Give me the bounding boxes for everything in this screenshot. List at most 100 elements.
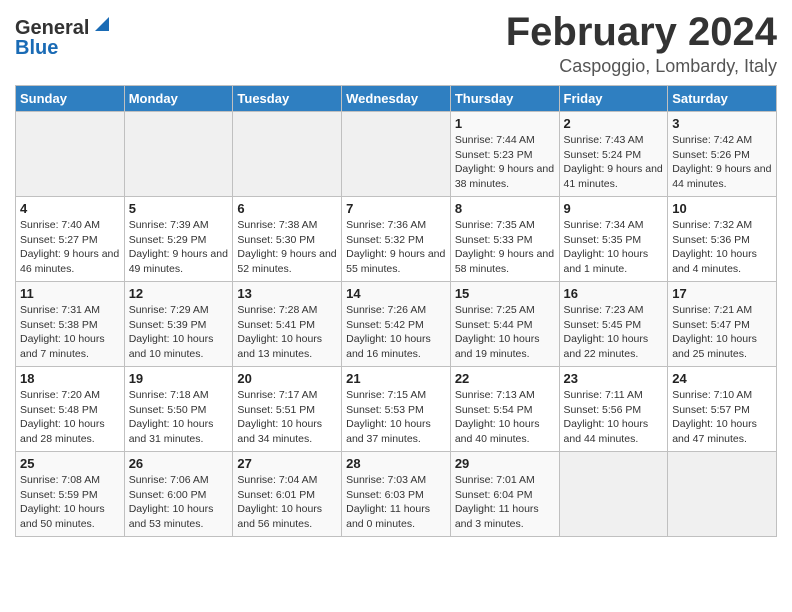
day-number: 5	[129, 201, 229, 216]
day-number: 19	[129, 371, 229, 386]
calendar-cell: 16Sunrise: 7:23 AMSunset: 5:45 PMDayligh…	[559, 282, 668, 367]
day-detail: Sunrise: 7:26 AMSunset: 5:42 PMDaylight:…	[346, 303, 446, 362]
calendar-cell: 19 Sunrise: 7:18 AMSunset: 5:50 PMDayligh…	[124, 367, 233, 452]
calendar-cell: 12Sunrise: 7:29 AMSunset: 5:39 PMDayligh…	[124, 282, 233, 367]
logo-text-blue: Blue	[15, 37, 58, 59]
day-detail: Sunrise: 7:01 AMSunset: 6:04 PMDaylight:…	[455, 473, 555, 532]
weekday-header-saturday: Saturday	[668, 86, 777, 112]
calendar-table: SundayMondayTuesdayWednesdayThursdayFrid…	[15, 85, 777, 537]
day-number: 22	[455, 371, 555, 386]
day-detail: Sunrise: 7:13 AMSunset: 5:54 PMDaylight:…	[455, 388, 555, 447]
day-detail: Sunrise: 7:34 AMSunset: 5:35 PMDaylight:…	[564, 218, 664, 277]
day-number: 15	[455, 286, 555, 301]
day-number: 12	[129, 286, 229, 301]
day-number: 13	[237, 286, 337, 301]
day-number: 25	[20, 456, 120, 471]
calendar-cell	[668, 452, 777, 537]
day-number: 1	[455, 116, 555, 131]
calendar-cell	[233, 112, 342, 197]
calendar-week-row: 25 Sunrise: 7:08 AMSunset: 5:59 PMDayligh…	[16, 452, 777, 537]
calendar-cell: 5 Sunrise: 7:39 AMSunset: 5:29 PMDaylight…	[124, 197, 233, 282]
day-number: 24	[672, 371, 772, 386]
day-number: 21	[346, 371, 446, 386]
day-detail: Sunrise: 7:35 AMSunset: 5:33 PMDaylight:…	[455, 218, 555, 277]
day-number: 11	[20, 286, 120, 301]
calendar-cell: 25 Sunrise: 7:08 AMSunset: 5:59 PMDayligh…	[16, 452, 125, 537]
day-number: 3	[672, 116, 772, 131]
day-detail: Sunrise: 7:44 AMSunset: 5:23 PMDaylight:…	[455, 133, 555, 192]
day-number: 6	[237, 201, 337, 216]
day-detail: Sunrise: 7:08 AMSunset: 5:59 PMDaylight:…	[20, 473, 120, 532]
calendar-cell: 29 Sunrise: 7:01 AMSunset: 6:04 PMDayligh…	[450, 452, 559, 537]
day-detail: Sunrise: 7:40 AMSunset: 5:27 PMDaylight:…	[20, 218, 120, 277]
day-detail: Sunrise: 7:21 AMSunset: 5:47 PMDaylight:…	[672, 303, 772, 362]
calendar-cell: 3 Sunrise: 7:42 AMSunset: 5:26 PMDaylight…	[668, 112, 777, 197]
logo-icon	[91, 13, 113, 35]
month-title: February 2024	[506, 10, 777, 54]
day-detail: Sunrise: 7:11 AMSunset: 5:56 PMDaylight:…	[564, 388, 664, 447]
day-number: 9	[564, 201, 664, 216]
day-detail: Sunrise: 7:06 AMSunset: 6:00 PMDaylight:…	[129, 473, 229, 532]
day-detail: Sunrise: 7:15 AMSunset: 5:53 PMDaylight:…	[346, 388, 446, 447]
calendar-cell	[342, 112, 451, 197]
day-number: 4	[20, 201, 120, 216]
calendar-cell: 9 Sunrise: 7:34 AMSunset: 5:35 PMDaylight…	[559, 197, 668, 282]
weekday-header-sunday: Sunday	[16, 86, 125, 112]
calendar-week-row: 18Sunrise: 7:20 AMSunset: 5:48 PMDayligh…	[16, 367, 777, 452]
day-detail: Sunrise: 7:32 AMSunset: 5:36 PMDaylight:…	[672, 218, 772, 277]
day-number: 16	[564, 286, 664, 301]
calendar-cell: 22 Sunrise: 7:13 AMSunset: 5:54 PMDayligh…	[450, 367, 559, 452]
calendar-cell	[559, 452, 668, 537]
calendar-cell: 14Sunrise: 7:26 AMSunset: 5:42 PMDayligh…	[342, 282, 451, 367]
calendar-cell	[16, 112, 125, 197]
day-detail: Sunrise: 7:43 AMSunset: 5:24 PMDaylight:…	[564, 133, 664, 192]
weekday-header-wednesday: Wednesday	[342, 86, 451, 112]
day-number: 7	[346, 201, 446, 216]
calendar-cell: 4 Sunrise: 7:40 AMSunset: 5:27 PMDaylight…	[16, 197, 125, 282]
day-detail: Sunrise: 7:17 AMSunset: 5:51 PMDaylight:…	[237, 388, 337, 447]
day-detail: Sunrise: 7:31 AMSunset: 5:38 PMDaylight:…	[20, 303, 120, 362]
calendar-cell: 28 Sunrise: 7:03 AMSunset: 6:03 PMDayligh…	[342, 452, 451, 537]
day-number: 18	[20, 371, 120, 386]
day-number: 8	[455, 201, 555, 216]
calendar-week-row: 11 Sunrise: 7:31 AMSunset: 5:38 PMDayligh…	[16, 282, 777, 367]
title-area: February 2024 Caspoggio, Lombardy, Italy	[506, 10, 777, 77]
day-detail: Sunrise: 7:36 AMSunset: 5:32 PMDaylight:…	[346, 218, 446, 277]
calendar-cell: 21 Sunrise: 7:15 AMSunset: 5:53 PMDayligh…	[342, 367, 451, 452]
day-number: 28	[346, 456, 446, 471]
calendar-cell: 20Sunrise: 7:17 AMSunset: 5:51 PMDayligh…	[233, 367, 342, 452]
day-detail: Sunrise: 7:42 AMSunset: 5:26 PMDaylight:…	[672, 133, 772, 192]
weekday-header-friday: Friday	[559, 86, 668, 112]
calendar-cell: 2Sunrise: 7:43 AMSunset: 5:24 PMDaylight…	[559, 112, 668, 197]
day-number: 10	[672, 201, 772, 216]
day-number: 27	[237, 456, 337, 471]
logo-text-general: General	[15, 18, 89, 38]
calendar-cell: 7 Sunrise: 7:36 AMSunset: 5:32 PMDaylight…	[342, 197, 451, 282]
weekday-header-thursday: Thursday	[450, 86, 559, 112]
calendar-cell: 8 Sunrise: 7:35 AMSunset: 5:33 PMDaylight…	[450, 197, 559, 282]
day-detail: Sunrise: 7:38 AMSunset: 5:30 PMDaylight:…	[237, 218, 337, 277]
day-number: 17	[672, 286, 772, 301]
day-detail: Sunrise: 7:28 AMSunset: 5:41 PMDaylight:…	[237, 303, 337, 362]
calendar-cell: 27 Sunrise: 7:04 AMSunset: 6:01 PMDayligh…	[233, 452, 342, 537]
day-detail: Sunrise: 7:04 AMSunset: 6:01 PMDaylight:…	[237, 473, 337, 532]
calendar-cell: 13 Sunrise: 7:28 AMSunset: 5:41 PMDayligh…	[233, 282, 342, 367]
calendar-cell: 17 Sunrise: 7:21 AMSunset: 5:47 PMDayligh…	[668, 282, 777, 367]
calendar-cell	[124, 112, 233, 197]
day-number: 29	[455, 456, 555, 471]
day-detail: Sunrise: 7:18 AMSunset: 5:50 PMDaylight:…	[129, 388, 229, 447]
calendar-cell: 11 Sunrise: 7:31 AMSunset: 5:38 PMDayligh…	[16, 282, 125, 367]
weekday-header-tuesday: Tuesday	[233, 86, 342, 112]
calendar-cell: 18Sunrise: 7:20 AMSunset: 5:48 PMDayligh…	[16, 367, 125, 452]
location-title: Caspoggio, Lombardy, Italy	[506, 56, 777, 77]
day-detail: Sunrise: 7:03 AMSunset: 6:03 PMDaylight:…	[346, 473, 446, 532]
day-number: 23	[564, 371, 664, 386]
weekday-header-row: SundayMondayTuesdayWednesdayThursdayFrid…	[16, 86, 777, 112]
day-detail: Sunrise: 7:10 AMSunset: 5:57 PMDaylight:…	[672, 388, 772, 447]
header: General Blue February 2024 Caspoggio, Lo…	[15, 10, 777, 77]
calendar-week-row: 4 Sunrise: 7:40 AMSunset: 5:27 PMDaylight…	[16, 197, 777, 282]
day-detail: Sunrise: 7:25 AMSunset: 5:44 PMDaylight:…	[455, 303, 555, 362]
day-detail: Sunrise: 7:39 AMSunset: 5:29 PMDaylight:…	[129, 218, 229, 277]
calendar-cell: 15 Sunrise: 7:25 AMSunset: 5:44 PMDayligh…	[450, 282, 559, 367]
calendar-cell: 1 Sunrise: 7:44 AMSunset: 5:23 PMDaylight…	[450, 112, 559, 197]
